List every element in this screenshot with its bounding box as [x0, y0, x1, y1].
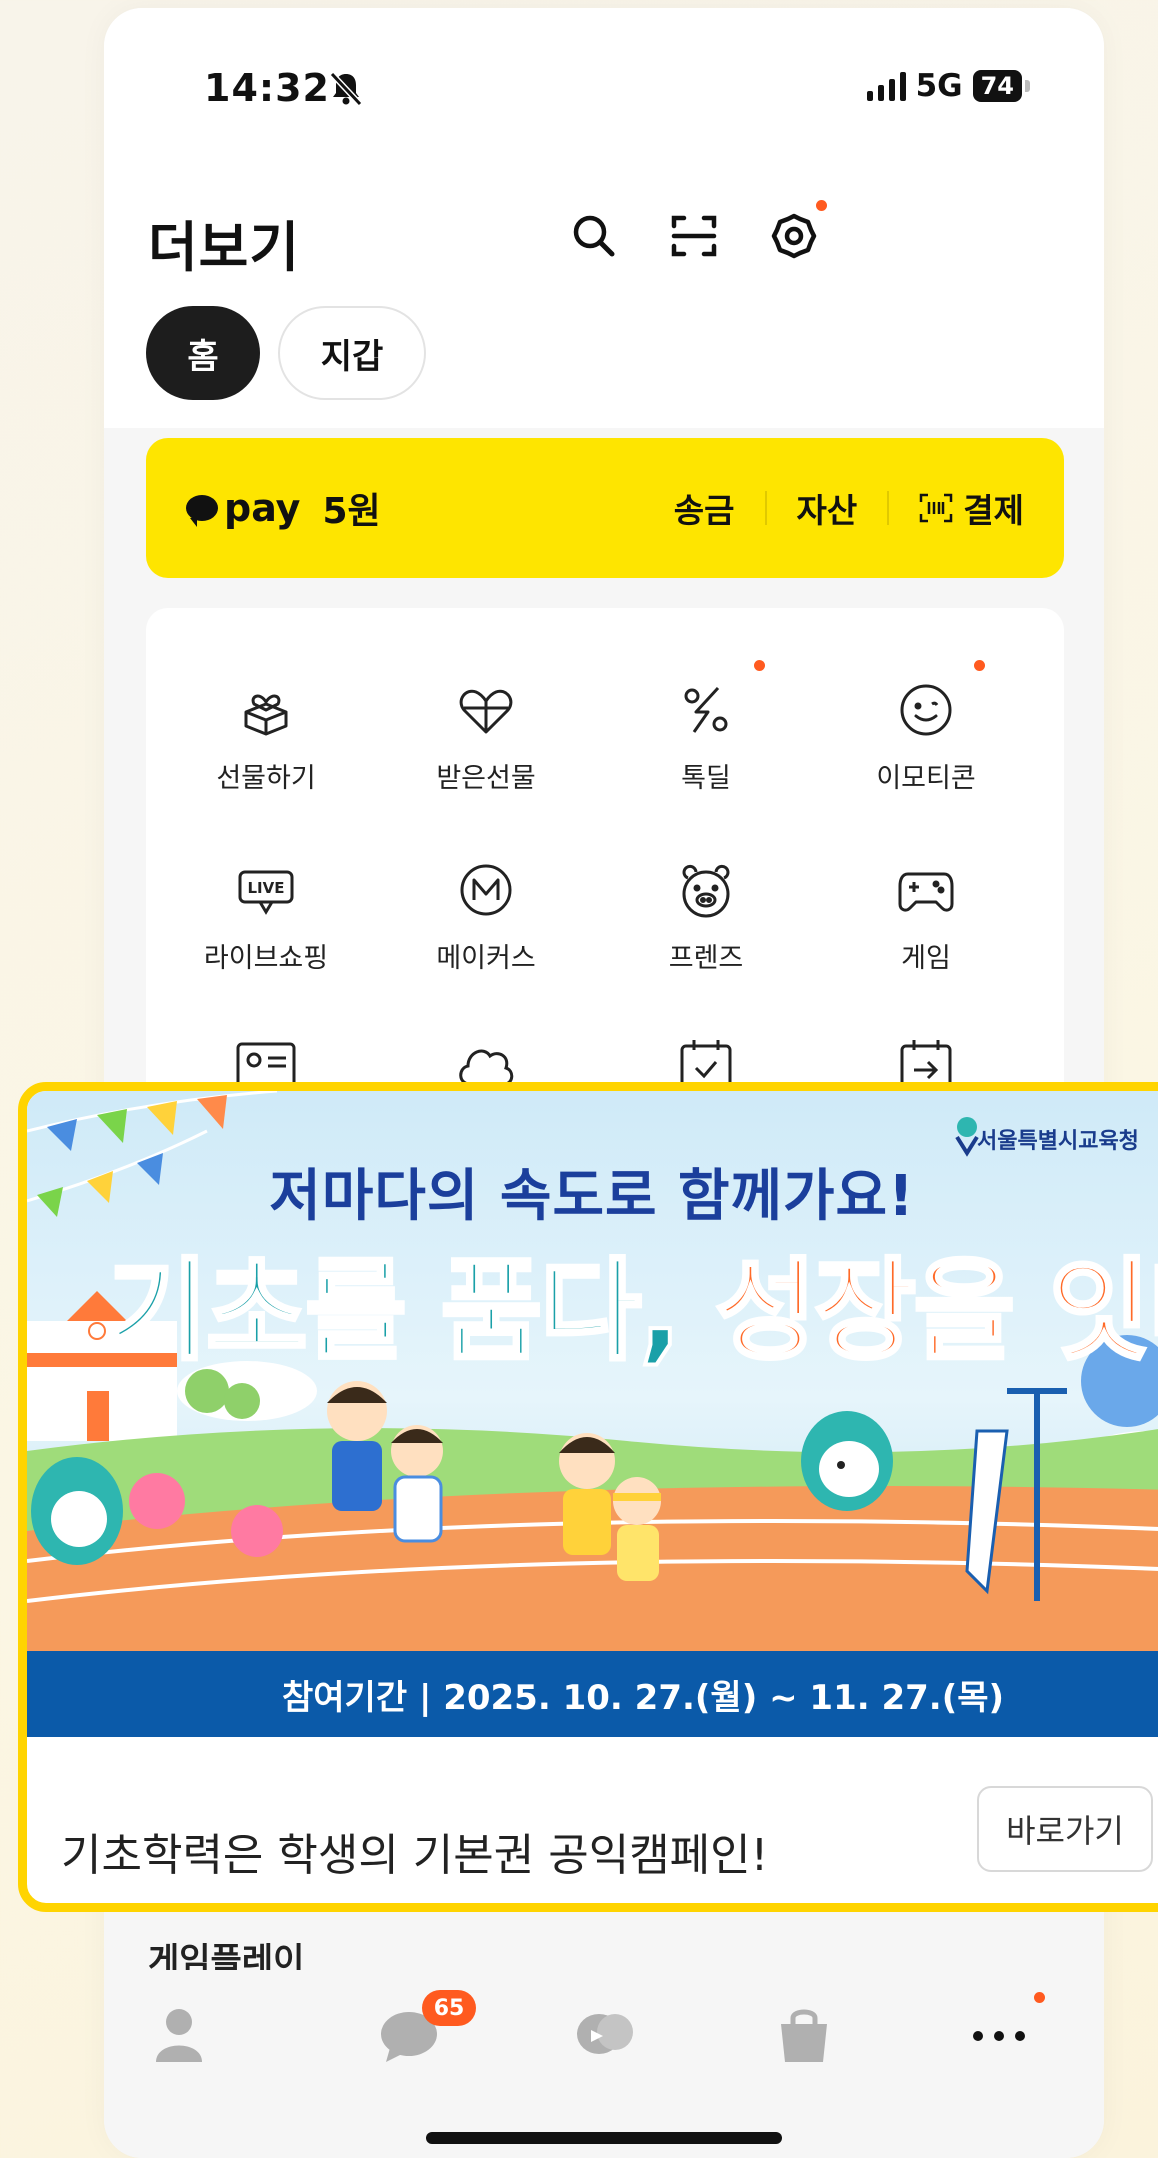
makers-icon — [460, 864, 512, 916]
tab-wallet[interactable]: 지갑 — [278, 306, 426, 400]
cloud-icon — [459, 1049, 514, 1086]
talk-deal-new-dot — [754, 660, 765, 671]
live-shopping-icon: LIVE — [238, 870, 294, 915]
muted-bell-icon — [329, 71, 363, 107]
service-live-shopping[interactable]: LIVE 라이브쇼핑 — [166, 858, 366, 975]
game-icon — [898, 872, 954, 912]
battery-icon: 74 — [972, 70, 1031, 102]
divider — [887, 491, 890, 525]
service-friends[interactable]: 프렌즈 — [606, 858, 806, 975]
campaign-banner[interactable]: 서울특별시교육청 저마다의 속도로 함께가요! 기초를 품다, 성장을 잇다 참… — [18, 1082, 1158, 1912]
service-game[interactable]: 게임 — [826, 858, 1026, 975]
tab-shopping-bag-icon[interactable] — [769, 2000, 839, 2070]
gear-icon — [771, 213, 817, 259]
pay-payment-button[interactable]: 결제 — [919, 484, 1024, 532]
pay-assets-button[interactable]: 자산 — [797, 484, 858, 532]
talk-bubble-icon — [186, 495, 218, 527]
tab-more-icon[interactable] — [964, 2000, 1034, 2070]
pay-actions: 송금 자산 결제 — [674, 484, 1024, 532]
service-received-gift[interactable]: 받은선물 — [386, 678, 586, 795]
signal-icon — [866, 71, 906, 101]
section-title-peek: 게임플레이 — [148, 1941, 305, 1971]
contact-card-icon — [236, 1042, 296, 1088]
settings-notification-dot — [816, 200, 827, 211]
tab-openchat-icon[interactable] — [569, 2000, 639, 2070]
barcode-scan-icon — [920, 493, 953, 523]
settings-button[interactable] — [764, 206, 824, 266]
service-talk-deal[interactable]: 톡딜 — [606, 678, 806, 795]
emoticon-new-dot — [974, 660, 985, 671]
emoticon-icon — [900, 684, 952, 736]
tab-home[interactable]: 홈 — [146, 306, 260, 400]
calendar-arrow-icon — [900, 1040, 952, 1088]
banner-illustration: 서울특별시교육청 저마다의 속도로 함께가요! 기초를 품다, 성장을 잇다 — [27, 1091, 1158, 1651]
service-gift[interactable]: 선물하기 — [166, 678, 366, 795]
chat-unread-badge: 65 — [422, 1990, 476, 2026]
gift-icon — [244, 694, 288, 736]
service-emoticon[interactable]: 이모티콘 — [826, 678, 1026, 795]
status-time: 14:32 — [204, 66, 330, 110]
banner-description: 기초학력은 학생의 기본권 공익캠페인! — [61, 1830, 769, 1881]
more-notification-dot — [1034, 1992, 1045, 2003]
talk-deal-icon — [684, 686, 728, 733]
kakaopay-bar[interactable]: pay 5원 송금 자산 결제 — [146, 438, 1064, 578]
scan-icon — [671, 215, 717, 257]
participation-period: 참여기간 | 2025. 10. 27.(월) ~ 11. 27.(목) — [27, 1651, 1158, 1737]
network-type: 5G — [915, 68, 963, 104]
divider — [764, 491, 767, 525]
friends-icon — [682, 864, 730, 918]
received-gift-icon — [459, 689, 513, 734]
banner-headline: 기초를 품다, 성장을 잇다 — [105, 1245, 1158, 1377]
scan-button[interactable] — [664, 206, 724, 266]
home-indicator — [426, 2132, 782, 2144]
banner-subheadline: 저마다의 속도로 함께가요! — [269, 1164, 915, 1229]
search-icon — [573, 215, 615, 257]
search-button[interactable] — [564, 206, 624, 266]
go-now-button[interactable]: 바로가기 — [977, 1786, 1153, 1872]
svg-text:LIVE: LIVE — [248, 879, 285, 897]
service-makers[interactable]: 메이커스 — [386, 858, 586, 975]
bottom-tab-bar: 65 — [104, 1970, 1104, 2158]
pay-balance[interactable]: 5원 — [322, 482, 380, 534]
status-indicators: 5G 74 — [866, 68, 1031, 104]
tab-friends-person-icon[interactable] — [144, 2000, 214, 2070]
page-title: 더보기 — [148, 216, 301, 279]
calendar-check-icon — [680, 1040, 732, 1088]
pay-send-button[interactable]: 송금 — [674, 484, 735, 532]
pay-logo: pay — [186, 486, 300, 530]
